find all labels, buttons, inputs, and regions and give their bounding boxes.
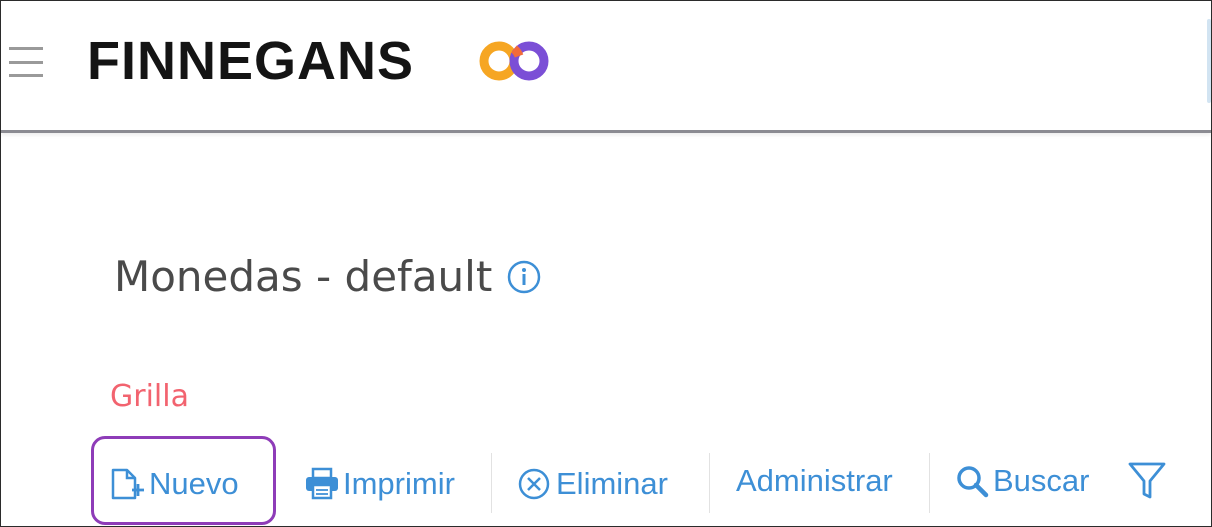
manage-button-label: Administrar xyxy=(736,463,893,498)
search-button[interactable]: Buscar xyxy=(953,456,1089,506)
top-bar: FINNEGANS xyxy=(1,1,1211,133)
print-button-label: Imprimir xyxy=(343,466,455,501)
filter-icon xyxy=(1128,462,1166,499)
info-circle-icon[interactable] xyxy=(506,259,542,295)
delete-button-label: Eliminar xyxy=(556,466,668,501)
toolbar-divider xyxy=(491,453,492,513)
nuevo-highlight-outline xyxy=(91,436,276,525)
search-icon xyxy=(957,466,989,498)
delete-button[interactable]: Eliminar xyxy=(516,459,668,509)
app-window: FINNEGANS Monedas - default Grilla Nuevo xyxy=(0,0,1212,527)
page-title: Monedas - default xyxy=(114,252,493,301)
toolbar-divider xyxy=(929,453,930,513)
print-button[interactable]: Imprimir xyxy=(303,459,455,509)
infinity-logo-icon xyxy=(479,41,549,81)
section-label-grilla: Grilla xyxy=(110,379,189,414)
printer-icon xyxy=(306,467,338,500)
filter-button[interactable] xyxy=(1127,456,1167,506)
manage-button[interactable]: Administrar xyxy=(736,456,893,506)
toolbar-divider xyxy=(709,453,710,513)
close-circle-icon xyxy=(518,468,550,500)
search-button-label: Buscar xyxy=(993,463,1090,498)
hamburger-menu-icon[interactable] xyxy=(9,47,43,77)
header-edge-accent xyxy=(1207,19,1211,103)
brand-name: FINNEGANS xyxy=(87,31,415,91)
page-title-group: Monedas - default xyxy=(114,249,542,305)
